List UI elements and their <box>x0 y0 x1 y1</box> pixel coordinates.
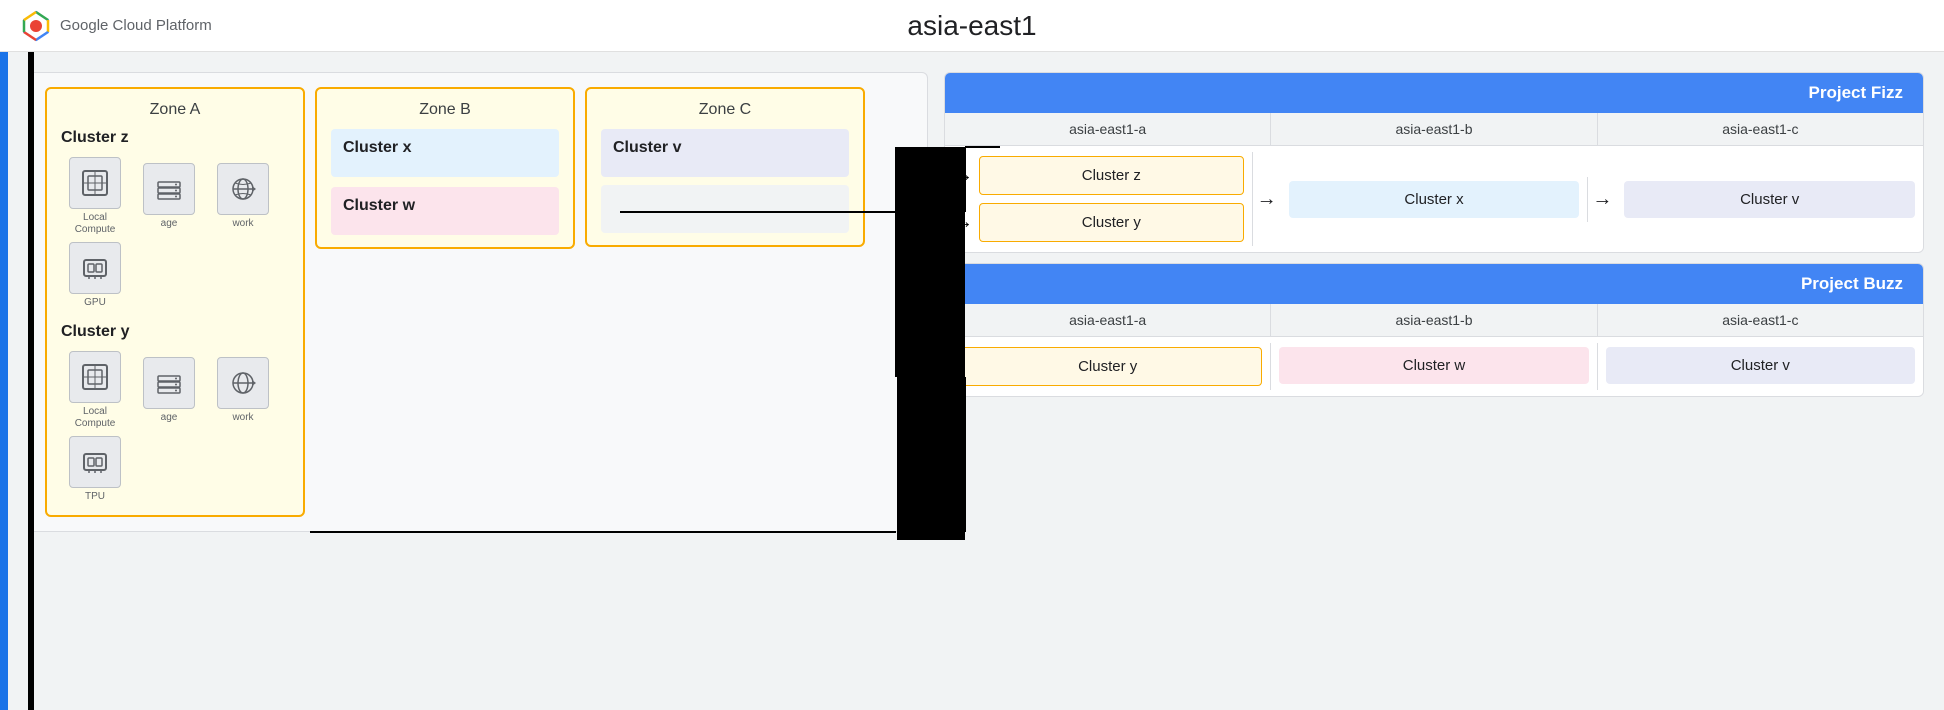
buzz-col-c: Cluster v <box>1598 343 1923 390</box>
network-icon-y <box>217 357 269 409</box>
network-icon <box>217 163 269 215</box>
project-buzz-card: Project Buzz asia-east1-a asia-east1-b a… <box>944 263 1924 397</box>
cluster-v-bottom <box>601 185 849 233</box>
zone-a: Zone A Cluster z LocalCompute <box>45 87 305 517</box>
black-junction-bottom <box>897 370 965 540</box>
project-fizz-card: Project Fizz asia-east1-a asia-east1-b a… <box>944 72 1924 253</box>
project-fizz-header: Project Fizz <box>945 73 1923 113</box>
top-bar: Google Cloud Platform asia-east1 <box>0 0 1944 52</box>
cluster-y: Cluster y LocalCompute age <box>61 323 289 503</box>
region-container: Zone A Cluster z LocalCompute <box>28 72 928 532</box>
fizz-cluster-v-cell: Cluster v <box>1624 181 1915 218</box>
cluster-x-label: Cluster x <box>343 139 547 157</box>
cluster-y-label: Cluster y <box>61 323 289 341</box>
zone-c-label: Zone C <box>601 101 849 119</box>
fizz-zones-header: asia-east1-a asia-east1-b asia-east1-c <box>945 113 1923 146</box>
buzz-zone-c-header: asia-east1-c <box>1598 304 1923 336</box>
fizz-col-c: Cluster v <box>1616 177 1923 222</box>
zone-b-label: Zone B <box>331 101 559 119</box>
buzz-cluster-v-cell: Cluster v <box>1606 347 1915 384</box>
zone-c: Zone C Cluster v <box>585 87 865 247</box>
black-block-left-bottom <box>28 381 34 710</box>
cluster-z: Cluster z LocalCompute age <box>61 129 289 309</box>
zone-a-label: Zone A <box>61 101 289 119</box>
gpu-label: GPU <box>84 297 106 309</box>
fizz-arrow-a-b: → <box>1253 188 1281 211</box>
black-block-left-top <box>28 52 34 381</box>
fizz-zone-c-header: asia-east1-c <box>1598 113 1923 145</box>
storage-label-y: age <box>161 412 178 424</box>
gcp-logo-icon <box>20 10 52 42</box>
icon-tpu-y: TPU <box>61 436 129 503</box>
icon-storage-z: age <box>135 163 203 230</box>
storage-icon <box>143 163 195 215</box>
compute-label: LocalCompute <box>75 212 116 236</box>
gcp-logo-text: Google Cloud Platform <box>60 17 212 34</box>
fizz-cluster-y-cell: Cluster y <box>979 203 1244 242</box>
icon-local-compute-z: LocalCompute <box>61 157 129 236</box>
compute-icon-y <box>69 351 121 403</box>
project-buzz-header: Project Buzz <box>945 264 1923 304</box>
compute-label-y: LocalCompute <box>75 406 116 430</box>
buzz-zones-header: asia-east1-a asia-east1-b asia-east1-c <box>945 304 1923 337</box>
projects-panel: Project Fizz asia-east1-a asia-east1-b a… <box>944 72 1924 690</box>
gpu-icon <box>69 242 121 294</box>
network-label-y: work <box>232 412 253 424</box>
buzz-clusters-body: Cluster y Cluster w Cluster v <box>945 337 1923 396</box>
buzz-cluster-w-cell: Cluster w <box>1279 347 1588 384</box>
fizz-arrow-b-c: → <box>1588 188 1616 211</box>
storage-label: age <box>161 218 178 230</box>
fizz-cluster-x-cell: Cluster x <box>1289 181 1580 218</box>
buzz-zone-a-header: asia-east1-a <box>945 304 1271 336</box>
fizz-col-b: Cluster x <box>1281 177 1589 222</box>
buzz-col-b: Cluster w <box>1271 343 1597 390</box>
zone-b: Zone B Cluster x Cluster w <box>315 87 575 249</box>
page-title: asia-east1 <box>907 10 1036 42</box>
icon-storage-y: age <box>135 357 203 424</box>
cluster-y-icons: LocalCompute age work <box>61 351 289 503</box>
fizz-zone-a-header: asia-east1-a <box>945 113 1271 145</box>
zones-panel: Zone A Cluster z LocalCompute <box>28 72 928 690</box>
icon-network-y: work <box>209 357 277 424</box>
cluster-x: Cluster x <box>331 129 559 177</box>
fizz-clusters-body: → Cluster z → Cluster y → Cluster x → <box>945 146 1923 252</box>
cluster-v-label: Cluster v <box>613 139 837 157</box>
buzz-col-a: Cluster y <box>945 343 1271 390</box>
cluster-v-top: Cluster v <box>601 129 849 177</box>
icon-network-z: work <box>209 163 277 230</box>
tpu-label: TPU <box>85 491 105 503</box>
icon-local-compute-y: LocalCompute <box>61 351 129 430</box>
fizz-col-a: → Cluster z → Cluster y <box>945 152 1253 246</box>
fizz-cluster-z-cell: Cluster z <box>979 156 1244 195</box>
network-label: work <box>232 218 253 230</box>
buzz-cluster-y-cell: Cluster y <box>953 347 1262 386</box>
main-content: Zone A Cluster z LocalCompute <box>0 52 1944 710</box>
gcp-logo: Google Cloud Platform <box>20 10 212 42</box>
black-junction-top <box>897 147 965 369</box>
cluster-w-label: Cluster w <box>343 197 547 215</box>
storage-icon-y <box>143 357 195 409</box>
buzz-zone-b-header: asia-east1-b <box>1271 304 1597 336</box>
cluster-z-label: Cluster z <box>61 129 289 147</box>
icon-gpu-z: GPU <box>61 242 129 309</box>
tpu-icon <box>69 436 121 488</box>
compute-icon <box>69 157 121 209</box>
cluster-w: Cluster w <box>331 187 559 235</box>
fizz-zone-b-header: asia-east1-b <box>1271 113 1597 145</box>
cluster-z-icons: LocalCompute age work <box>61 157 289 309</box>
